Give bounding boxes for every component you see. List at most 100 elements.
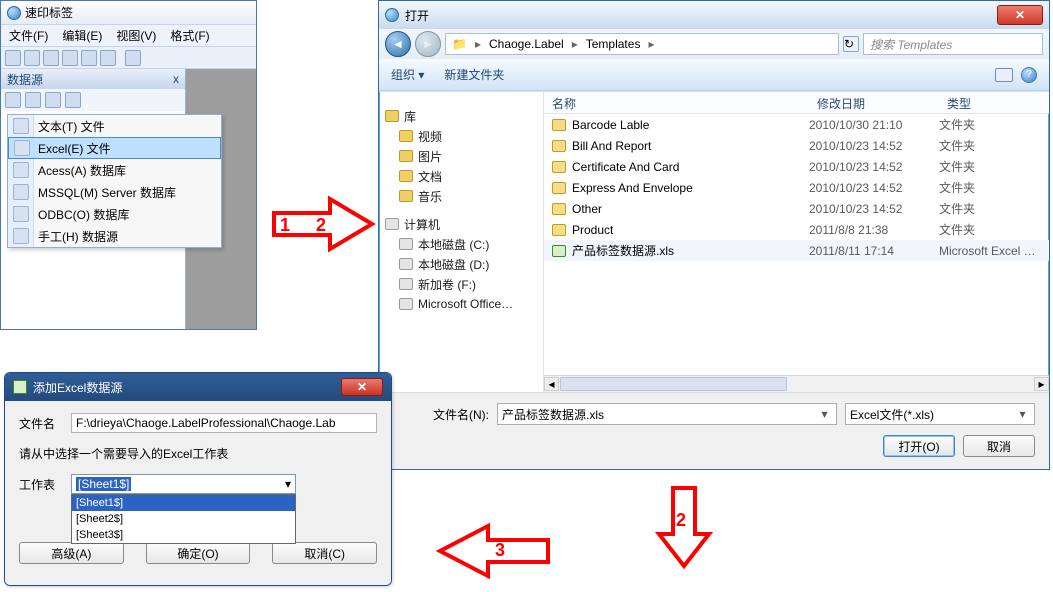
- file-list-header: 名称 修改日期 类型: [544, 92, 1049, 114]
- open-dialog: 打开 ✕ ◄ ► 📁 ▸ Chaoge.Label ▸ Templates ▸ …: [378, 0, 1050, 470]
- drive-icon-f: [399, 278, 413, 290]
- ok-button[interactable]: 确定(O): [146, 542, 251, 564]
- tree-videos[interactable]: 视频: [385, 126, 537, 146]
- col-name[interactable]: 名称: [544, 92, 809, 113]
- tree-music[interactable]: 音乐: [385, 186, 537, 206]
- tree-office[interactable]: Microsoft Office…: [385, 294, 537, 314]
- menu-excel-file[interactable]: Excel(E) 文件: [8, 137, 221, 159]
- horizontal-scrollbar[interactable]: ◂ ▸: [544, 375, 1049, 392]
- file-row[interactable]: Product2011/8/8 21:38文件夹: [544, 219, 1049, 240]
- new-folder-button[interactable]: 新建文件夹: [444, 66, 504, 83]
- menu-file[interactable]: 文件(F): [9, 27, 48, 44]
- file-filter-select[interactable]: Excel文件(*.xls) ▾: [845, 403, 1035, 425]
- remove-ds-icon[interactable]: [25, 92, 41, 108]
- open-button-label: 打开(O): [898, 438, 939, 455]
- file-type: 文件夹: [939, 221, 1049, 238]
- preview-icon[interactable]: [81, 50, 97, 66]
- panel-close-icon[interactable]: x: [173, 72, 179, 86]
- tree-drive-d-label: 本地磁盘 (D:): [418, 256, 489, 273]
- tree-pictures[interactable]: 图片: [385, 146, 537, 166]
- menu-access-db[interactable]: Acess(A) 数据库: [8, 159, 221, 181]
- scroll-right-icon[interactable]: ▸: [1034, 377, 1049, 391]
- file-row[interactable]: Barcode Lable2010/10/30 21:10文件夹: [544, 114, 1049, 135]
- close-button[interactable]: ✕: [341, 378, 383, 396]
- cancel-button[interactable]: 取消: [963, 435, 1035, 457]
- filename-input[interactable]: 产品标签数据源.xls ▾: [497, 403, 837, 425]
- sheet-select[interactable]: [Sheet1$] ▾ [Sheet1$] [Sheet2$] [Sheet3$…: [71, 474, 296, 494]
- open-icon[interactable]: [24, 50, 40, 66]
- file-path-value: F:\drieya\Chaoge.LabelProfessional\Chaog…: [76, 416, 336, 430]
- pointer-icon[interactable]: [125, 50, 141, 66]
- file-row[interactable]: Express And Envelope2010/10/23 14:52文件夹: [544, 177, 1049, 198]
- help-icon[interactable]: [100, 50, 116, 66]
- file-path-input[interactable]: F:\drieya\Chaoge.LabelProfessional\Chaog…: [71, 413, 377, 433]
- menu-edit[interactable]: 编辑(E): [62, 27, 102, 44]
- sheet-option-1[interactable]: [Sheet1$]: [72, 495, 295, 511]
- menu-mssql-db[interactable]: MSSQL(M) Server 数据库: [8, 181, 221, 203]
- menu-view[interactable]: 视图(V): [116, 27, 156, 44]
- file-label: 文件名: [19, 415, 63, 432]
- filter-icon[interactable]: [65, 92, 81, 108]
- pictures-icon: [399, 150, 413, 162]
- scroll-left-icon[interactable]: ◂: [544, 377, 559, 391]
- cancel-button-label: 取消(C): [304, 545, 345, 562]
- file-row[interactable]: Bill And Report2010/10/23 14:52文件夹: [544, 135, 1049, 156]
- new-icon[interactable]: [5, 50, 21, 66]
- datasource-type-menu: 文本(T) 文件 Excel(E) 文件 Acess(A) 数据库 MSSQL(…: [7, 114, 222, 248]
- tree-drive-d[interactable]: 本地磁盘 (D:): [385, 254, 537, 274]
- crumb-2[interactable]: Templates: [586, 37, 641, 51]
- close-button[interactable]: ✕: [997, 5, 1043, 25]
- save-icon[interactable]: [43, 50, 59, 66]
- manual-ds-icon: [13, 228, 29, 244]
- advanced-button-label: 高级(A): [51, 545, 91, 562]
- file-row[interactable]: Other2010/10/23 14:52文件夹: [544, 198, 1049, 219]
- crumb-root[interactable]: 📁: [452, 37, 467, 51]
- tree-library[interactable]: 库: [385, 106, 537, 126]
- excel-icon: [13, 380, 27, 394]
- menu-format[interactable]: 格式(F): [170, 27, 209, 44]
- file-date: 2010/10/23 14:52: [809, 139, 939, 153]
- refresh-icon[interactable]: [45, 92, 61, 108]
- menu-odbc-db[interactable]: ODBC(O) 数据库: [8, 203, 221, 225]
- print-icon[interactable]: [62, 50, 78, 66]
- chevron-down-icon[interactable]: ▾: [285, 477, 291, 491]
- help-icon[interactable]: ?: [1021, 67, 1037, 83]
- filename-label: 文件名(N):: [393, 406, 489, 423]
- close-icon: ✕: [1015, 8, 1025, 22]
- add-ds-icon[interactable]: [5, 92, 21, 108]
- scroll-thumb[interactable]: [560, 377, 787, 391]
- chevron-down-icon[interactable]: ▾: [1015, 407, 1030, 421]
- file-row[interactable]: Certificate And Card2010/10/23 14:52文件夹: [544, 156, 1049, 177]
- view-mode-icon[interactable]: [995, 68, 1013, 82]
- forward-button[interactable]: ►: [415, 31, 441, 57]
- advanced-button[interactable]: 高级(A): [19, 542, 124, 564]
- chevron-down-icon[interactable]: ▾: [817, 407, 832, 421]
- menu-text-file[interactable]: 文本(T) 文件: [8, 115, 221, 137]
- open-toolbar: 组织 ▾ 新建文件夹 ?: [379, 59, 1049, 91]
- cancel-button[interactable]: 取消(C): [272, 542, 377, 564]
- sheet-option-3[interactable]: [Sheet3$]: [72, 527, 295, 543]
- office-icon: [399, 298, 413, 310]
- menu-manual-ds[interactable]: 手工(H) 数据源: [8, 225, 221, 247]
- col-type[interactable]: 类型: [939, 92, 1049, 113]
- search-input[interactable]: 搜索 Templates: [863, 33, 1043, 55]
- col-date[interactable]: 修改日期: [809, 92, 939, 113]
- sheet-option-2[interactable]: [Sheet2$]: [72, 511, 295, 527]
- videos-icon: [399, 130, 413, 142]
- docs-icon: [399, 170, 413, 182]
- tree-computer[interactable]: 计算机: [385, 214, 537, 234]
- back-button[interactable]: ◄: [385, 31, 411, 57]
- tree-drive-c[interactable]: 本地磁盘 (C:): [385, 234, 537, 254]
- refresh-icon[interactable]: ↻: [843, 36, 859, 52]
- file-name: 产品标签数据源.xls: [572, 242, 809, 259]
- arrow-step-3-left: [432, 522, 552, 580]
- crumb-1[interactable]: Chaoge.Label: [489, 37, 564, 51]
- organize-button[interactable]: 组织 ▾: [391, 66, 424, 83]
- address-bar[interactable]: 📁 ▸ Chaoge.Label ▸ Templates ▸: [445, 33, 839, 55]
- tree-docs[interactable]: 文档: [385, 166, 537, 186]
- open-button[interactable]: 打开(O): [883, 435, 955, 457]
- file-filter-value: Excel文件(*.xls): [850, 406, 934, 423]
- tree-drive-f-label: 新加卷 (F:): [418, 276, 476, 293]
- tree-drive-f[interactable]: 新加卷 (F:): [385, 274, 537, 294]
- file-row[interactable]: 产品标签数据源.xls2011/8/11 17:14Microsoft Exce…: [544, 240, 1049, 261]
